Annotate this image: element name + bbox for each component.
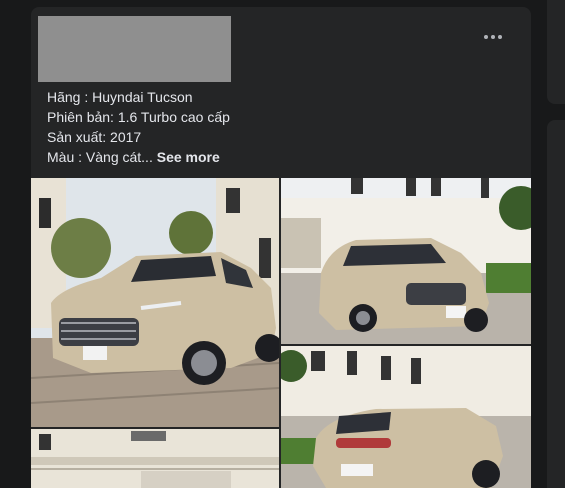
photo-4[interactable] (31, 429, 279, 488)
photo-2[interactable] (281, 178, 531, 344)
right-panel-bottom (547, 120, 565, 488)
right-panel-top (547, 0, 565, 104)
see-more-link[interactable]: See more (157, 149, 220, 165)
post-line-year: Sản xuất: 2017 (47, 129, 142, 145)
photo-3[interactable] (281, 346, 531, 488)
post-text: Hãng : Huyndai Tucson Phiên bản: 1.6 Tur… (47, 87, 230, 167)
post-line-version: Phiên bản: 1.6 Turbo cao cấp (47, 109, 230, 125)
more-horizontal-icon (484, 35, 488, 39)
post-line-color: Màu : Vàng cát... See more (47, 147, 230, 167)
post-line-brand: Hãng : Huyndai Tucson (47, 89, 193, 105)
blurred-author-header (38, 16, 231, 82)
post-card: Hãng : Huyndai Tucson Phiên bản: 1.6 Tur… (31, 7, 531, 488)
photo-1[interactable] (31, 178, 279, 427)
post-line-color-text: Màu : Vàng cát... (47, 149, 157, 165)
post-options-button[interactable] (479, 27, 507, 47)
